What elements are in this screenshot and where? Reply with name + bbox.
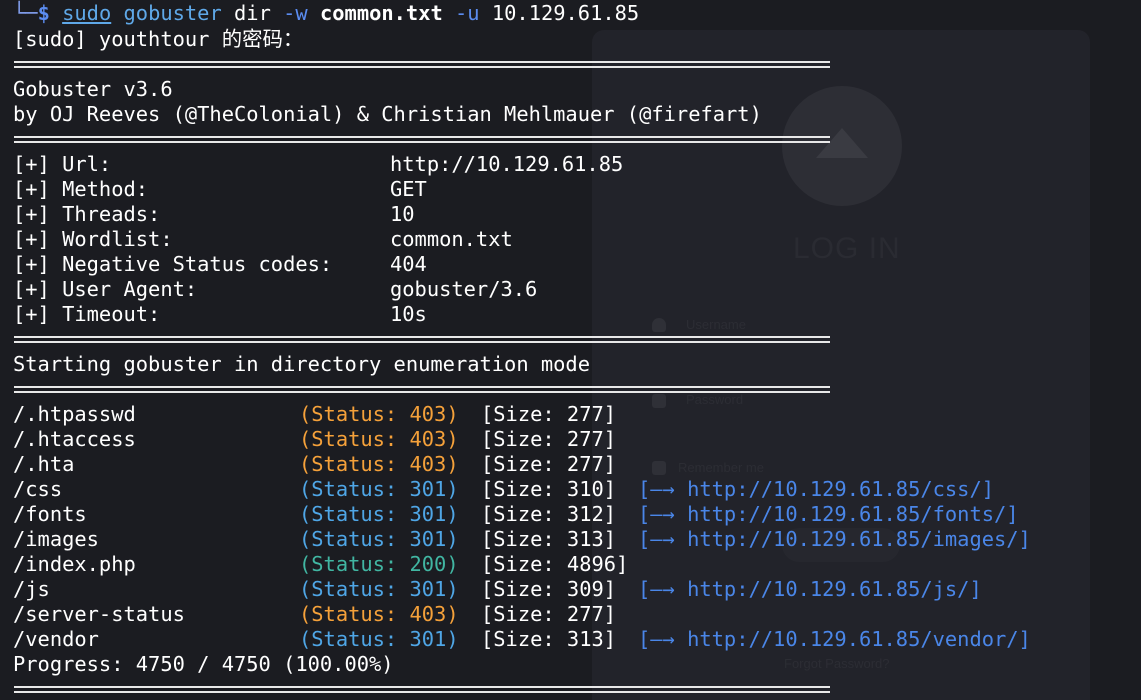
cmd-target: 10.129.61.85 [491,1,640,25]
result-path: /css [13,477,63,501]
config-value: http://10.129.61.85 [390,152,624,176]
result-status: (Status: 403) [299,402,459,426]
background-login-title: LOG IN [793,232,901,265]
config-label: [+] Url: [13,152,112,176]
config-value: 404 [390,252,427,276]
config-label: [+] User Agent: [13,277,198,301]
result-path: /.htaccess [13,427,136,451]
result-size: [Size: 277] [481,427,617,451]
config-label: [+] Wordlist: [13,227,173,251]
banner-title: Gobuster v3.6 [13,77,173,101]
result-row: /css (Status: 301) [Size: 310] [–→ http://1… [13,477,1113,502]
cmd-sudo: sudo [62,1,112,25]
result-size: [Size: 277] [481,452,617,476]
result-path: /.hta [13,452,75,476]
result-redirect: [–→ http://10.129.61.85/fonts/] [638,502,1019,526]
result-size: [Size: 277] [481,402,617,426]
config-value: gobuster/3.6 [390,277,538,301]
config-label: [+] Timeout: [13,302,161,326]
result-size: [Size: 313] [481,627,617,651]
config-value: common.txt [390,227,513,251]
result-size: [Size: 277] [481,602,617,626]
result-redirect: [–→ http://10.129.61.85/vendor/] [638,627,1031,651]
separator-rule [14,61,830,68]
result-size: [Size: 313] [481,527,617,551]
config-label: [+] Threads: [13,202,161,226]
result-size: [Size: 312] [481,502,617,526]
banner-credits: by OJ Reeves (@TheColonial) & Christian … [13,102,762,126]
background-forgot-link: Forgot Password? [784,656,890,671]
result-row: /.hta (Status: 403) [Size: 277] [13,452,1113,477]
result-size: [Size: 310] [481,477,617,501]
mode-message: Starting gobuster in directory enumerati… [13,352,590,376]
result-status: (Status: 403) [299,452,459,476]
result-path: /server-status [13,602,185,626]
result-row: /fonts (Status: 301) [Size: 312] [–→ http:/… [13,502,1113,527]
result-size: [Size: 4896] [481,552,629,576]
result-path: /index.php [13,552,136,576]
result-status: (Status: 301) [299,502,459,526]
background-user-icon [652,318,666,332]
result-status: (Status: 403) [299,427,459,451]
cmd-wordlist: common.txt [319,1,443,25]
config-value: 10 [390,202,415,226]
result-redirect: [–→ http://10.129.61.85/images/] [638,527,1031,551]
config-row: [+] Wordlist: common.txt [13,227,513,252]
result-row: /vendor (Status: 301) [Size: 313] [–→ http:… [13,627,1113,652]
config-value: GET [390,177,427,201]
config-row: [+] Negative Status codes: 404 [13,252,427,277]
result-status: (Status: 403) [299,602,459,626]
config-row: [+] User Agent: gobuster/3.6 [13,277,537,302]
result-row: /js (Status: 301) [Size: 309] [–→ http://10… [13,577,1113,602]
result-status: (Status: 301) [299,627,459,651]
config-value: 10s [390,302,427,326]
cmd-tool: gobuster [123,1,222,25]
result-path: /.htpasswd [13,402,136,426]
separator-rule [14,136,830,143]
config-row: [+] Threads: 10 [13,202,415,227]
result-size: [Size: 309] [481,577,617,601]
config-row: [+] Url: http://10.129.61.85 [13,152,623,177]
progress-line: Progress: 4750 / 4750 (100.00%) [13,652,394,676]
sudo-password-prompt: [sudo] youthtour 的密码： [13,27,304,51]
cmd-flag-w: -w [283,1,308,25]
result-row: /.htaccess (Status: 403) [Size: 277] [13,427,1113,452]
result-status: (Status: 301) [299,577,459,601]
prompt-dollar: $ [37,1,50,25]
cmd-flag-u: -u [455,1,480,25]
result-path: /images [13,527,99,551]
background-username-placeholder: Username [686,317,746,332]
background-mountain-icon [816,128,868,158]
result-row: /images (Status: 301) [Size: 313] [–→ http:… [13,527,1113,552]
result-path: /fonts [13,502,87,526]
result-status: (Status: 200) [299,552,459,576]
config-row: [+] Method: GET [13,177,427,202]
cmd-subcommand: dir [234,1,271,25]
config-label: [+] Method: [13,177,149,201]
result-path: /js [13,577,50,601]
result-status: (Status: 301) [299,477,459,501]
command-line: └─$ sudo gobuster dir -w common.txt -u 1… [13,1,639,26]
separator-rule [14,386,830,393]
result-status: (Status: 301) [299,527,459,551]
result-row: /server-status (Status: 403) [Size: 277] [13,602,1113,627]
result-redirect: [–→ http://10.129.61.85/css/] [638,477,995,501]
config-label: [+] Negative Status codes: [13,252,333,276]
separator-rule [14,686,830,693]
result-path: /vendor [13,627,99,651]
result-row: /.htpasswd (Status: 403) [Size: 277] [13,402,1113,427]
prompt-corner-glyph: └─ [13,1,38,25]
result-row: /index.php (Status: 200) [Size: 4896] [13,552,1113,577]
config-row: [+] Timeout: 10s [13,302,427,327]
result-redirect: [–→ http://10.129.61.85/js/] [638,577,982,601]
separator-rule [14,336,830,343]
